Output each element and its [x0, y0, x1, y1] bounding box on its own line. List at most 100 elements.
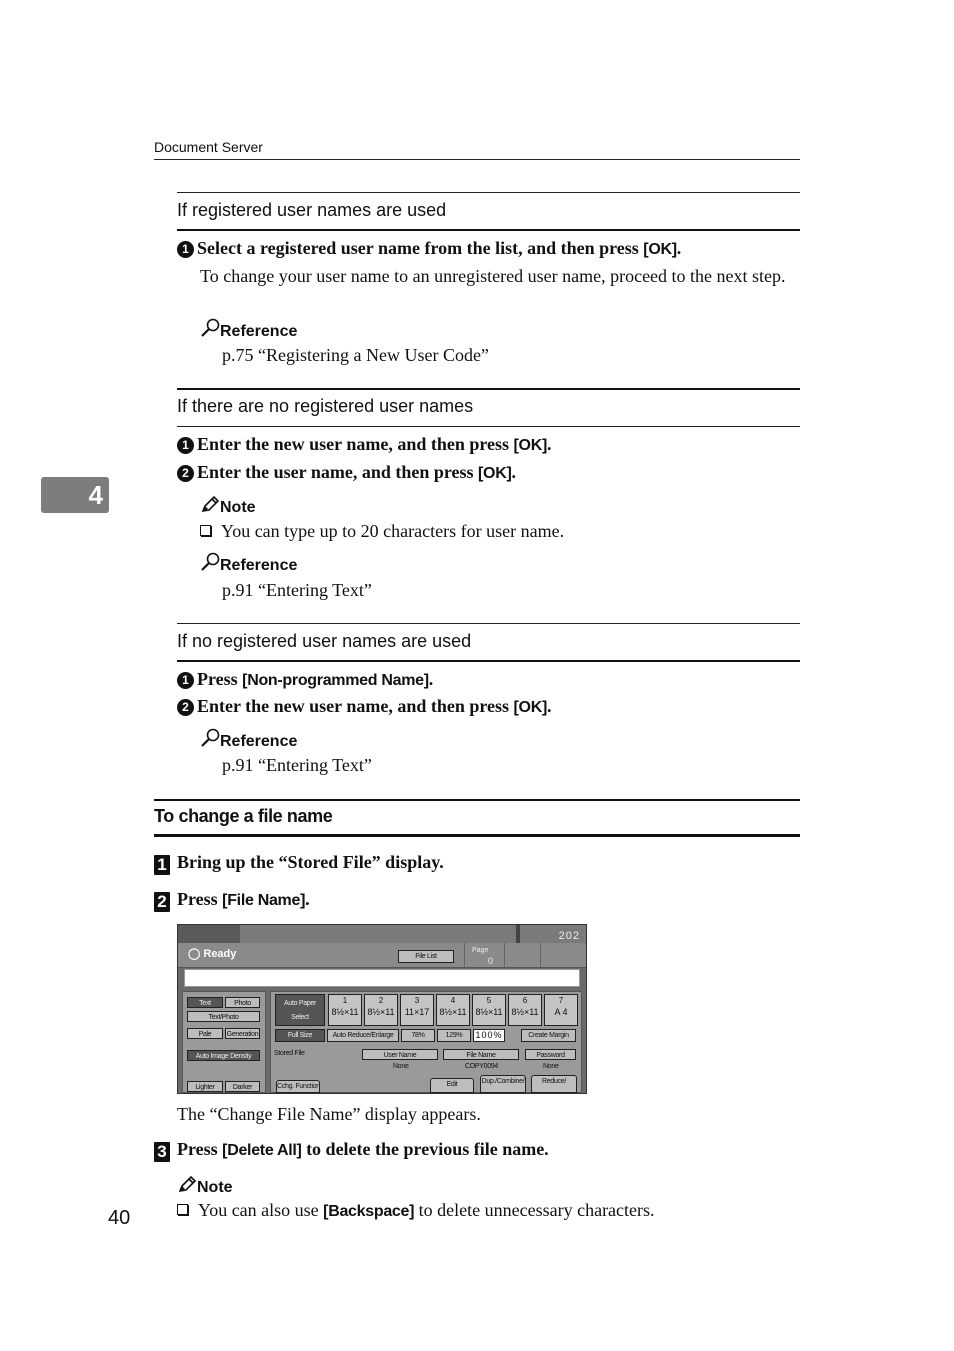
tray-paper-size: A 4	[554, 1007, 568, 1017]
magnifier-icon	[201, 318, 220, 337]
text-photo-mode-button[interactable]: Text/Photo	[187, 1011, 260, 1022]
password-button[interactable]: Password	[525, 1049, 576, 1060]
key-label: [OK]	[513, 699, 548, 716]
paper-tray-button[interactable]: 7A 4	[544, 994, 578, 1026]
procedure-step: 1 Bring up the “Stored File” display.	[154, 852, 444, 875]
result-text: The “Change File Name” display appears.	[177, 1104, 481, 1124]
change-function-button[interactable]: Cchg. Function	[276, 1080, 320, 1093]
ratio-129-button[interactable]: 129%	[437, 1029, 471, 1042]
paper-tray-button[interactable]: 5 8½×11	[472, 994, 506, 1026]
section-heading: If there are no registered user names	[177, 396, 474, 416]
reference-label: Reference	[220, 733, 298, 750]
device-screen-image: 202 ◯ Ready File List Page 0 Text Photo …	[177, 924, 587, 1094]
generation-button[interactable]: Generation	[225, 1028, 260, 1039]
procedure-rule-bottom	[154, 834, 800, 837]
create-margin-button[interactable]: Create Margin	[521, 1029, 576, 1042]
password-value: None	[543, 1063, 559, 1070]
reference-label: Reference	[220, 557, 298, 574]
reference-block: Reference	[200, 552, 298, 574]
key-label: [File Name]	[222, 892, 306, 909]
reference-block: Reference	[200, 318, 298, 340]
note-item: You can also use [Backspace] to delete u…	[177, 1200, 655, 1222]
pale-button[interactable]: Pale	[187, 1028, 223, 1039]
reference-link[interactable]: p.75 “Registering a New User Code”	[222, 345, 489, 366]
header-rule	[154, 159, 800, 160]
running-header: Document Server	[154, 139, 263, 155]
key-label: [OK]	[513, 437, 548, 454]
auto-image-density-button[interactable]: Auto Image Density	[187, 1050, 260, 1061]
procedure-title: To change a file name	[154, 806, 333, 826]
paper-tray-button[interactable]: 1 8½×11	[328, 994, 362, 1026]
note-label: Note	[220, 499, 256, 516]
full-size-button[interactable]: Full Size	[275, 1029, 325, 1042]
reduce-button[interactable]: Reduce/	[531, 1075, 577, 1093]
screen-divider	[504, 943, 505, 967]
paper-tray-button[interactable]: 2 8½×11	[364, 994, 398, 1026]
key-label: [Delete All]	[222, 1142, 302, 1159]
sub-step: 1 Select a registered user name from the …	[177, 238, 681, 259]
ratio-78-button[interactable]: 78%	[401, 1029, 435, 1042]
ready-icon: ◯	[188, 948, 201, 960]
paper-tray-button[interactable]: 3 11×17	[400, 994, 434, 1026]
key-label: [Backspace]	[323, 1203, 415, 1220]
tray-number: 7	[558, 996, 564, 1005]
page-number: 40	[108, 1207, 131, 1229]
tray-number: 5	[486, 996, 492, 1005]
ratio-100-display: 100%	[473, 1029, 505, 1042]
section-rule-bottom	[177, 426, 800, 427]
user-name-button[interactable]: User Name	[362, 1049, 438, 1060]
paper-tray-button[interactable]: 4 8½×11	[436, 994, 470, 1026]
dup-combine-button[interactable]: Dup./Combine/	[480, 1075, 526, 1093]
screen-status-bar	[178, 943, 586, 968]
sub-step: 2 Enter the new user name, and then press…	[177, 696, 552, 717]
section-heading: If no registered user names are used	[177, 631, 472, 651]
step-number-icon: 1	[177, 241, 194, 258]
auto-paper-select-button[interactable]: Auto Paper Select	[275, 994, 325, 1026]
note-item: You can type up to 20 characters for use…	[200, 521, 564, 542]
sub-step: 1 Enter the new user name, and then press…	[177, 434, 552, 455]
photo-mode-button[interactable]: Photo	[225, 997, 260, 1008]
checkbox-bullet-icon	[177, 1204, 188, 1215]
reference-link[interactable]: p.91 “Entering Text”	[222, 580, 372, 601]
darker-button[interactable]: Darker	[225, 1081, 260, 1092]
step-number-icon: 1	[177, 437, 194, 454]
edit-button[interactable]: Edit	[430, 1078, 474, 1093]
user-name-value: None	[393, 1063, 409, 1070]
section-rule-bottom	[177, 660, 800, 662]
tray-number: 4	[450, 996, 456, 1005]
tray-number: 3	[414, 996, 420, 1005]
screen-counter: 202	[558, 930, 580, 942]
screen-divider	[540, 943, 541, 967]
file-name-value: COPY0094	[465, 1063, 499, 1070]
tray-paper-size: 8½×11	[475, 1007, 503, 1017]
step-number-icon: 2	[177, 465, 194, 482]
auto-reduce-enlarge-button[interactable]: Auto Reduce/Enlarge	[327, 1029, 399, 1042]
stored-file-label: Stored File	[274, 1050, 305, 1057]
tray-paper-size: 8½×11	[511, 1007, 539, 1017]
pencil-icon	[201, 495, 220, 513]
file-list-button[interactable]: File List	[398, 950, 454, 963]
key-label: [Non-programmed Name]	[242, 672, 429, 689]
chapter-tab: 4	[41, 477, 109, 513]
reference-label: Reference	[220, 323, 298, 340]
step-number-icon: 2	[154, 892, 170, 912]
procedure-step: 2 Press [File Name].	[154, 889, 310, 912]
text-mode-button[interactable]: Text	[187, 997, 223, 1008]
reference-link[interactable]: p.91 “Entering Text”	[222, 755, 372, 776]
file-name-button[interactable]: File Name	[443, 1049, 519, 1060]
screen-divider	[516, 925, 520, 943]
page-value: 0	[488, 956, 494, 966]
step-number-icon: 1	[177, 672, 194, 689]
section-rule-top	[177, 192, 800, 193]
note-block: Note	[200, 495, 256, 516]
procedure-rule-top	[154, 799, 800, 801]
lighter-button[interactable]: Lighter	[187, 1081, 223, 1092]
sub-step: 1 Press [Non-programmed Name].	[177, 669, 433, 690]
section-rule-bottom	[177, 229, 800, 231]
tray-number: 1	[342, 996, 348, 1005]
paper-tray-button[interactable]: 6 8½×11	[508, 994, 542, 1026]
magnifier-icon	[201, 552, 220, 571]
note-block: Note	[177, 1175, 233, 1196]
section-rule-top	[177, 388, 800, 390]
screen-status: ◯ Ready	[188, 948, 237, 960]
